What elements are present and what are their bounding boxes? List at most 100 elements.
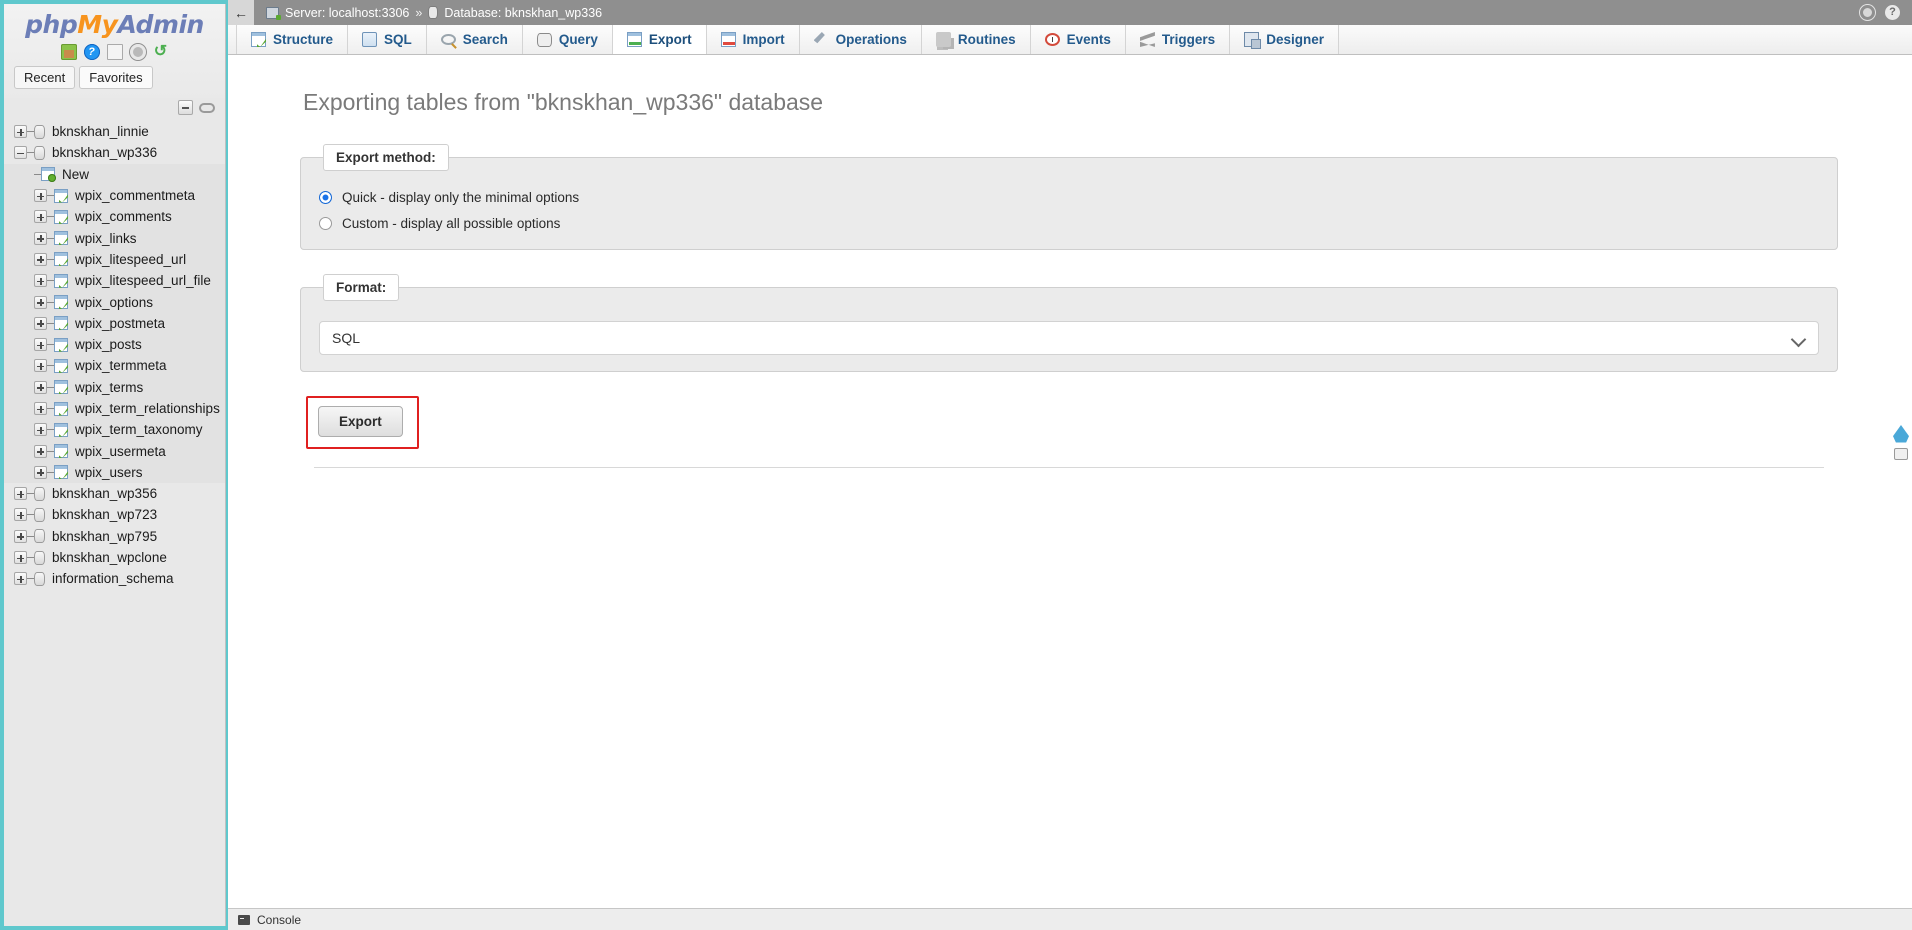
tab-triggers[interactable]: Triggers (1125, 25, 1231, 54)
tree-item-label: bknskhan_wp336 (52, 145, 158, 161)
breadcrumb-database[interactable]: Database: bknskhan_wp336 (444, 6, 602, 20)
tab-structure[interactable]: Structure (236, 25, 349, 54)
tree-database-item[interactable]: information_schema (4, 568, 225, 589)
radio-custom[interactable] (319, 217, 332, 230)
tree-database-item[interactable]: bknskhan_wp723 (4, 504, 225, 525)
tree-database-item[interactable]: bknskhan_wp336 (4, 142, 225, 163)
export-button[interactable]: Export (318, 406, 403, 437)
tree-table-item[interactable]: wpix_options (4, 291, 225, 313)
tree-database-item[interactable]: bknskhan_wp356 (4, 483, 225, 504)
expand-toggle-icon[interactable] (34, 231, 47, 245)
tree-table-item[interactable]: wpix_litespeed_url_file (4, 270, 225, 292)
database-icon (34, 145, 45, 160)
tab-import[interactable]: Import (706, 25, 800, 54)
phpmyadmin-logo[interactable]: phpMyAdmin (4, 12, 225, 37)
tree-table-item[interactable]: wpix_postmeta (4, 312, 225, 334)
expand-toggle-icon[interactable] (34, 359, 47, 373)
documentation-icon[interactable] (106, 44, 123, 60)
link-with-main-panel-icon[interactable] (199, 102, 215, 113)
tree-new-item[interactable]: New (4, 163, 225, 185)
reload-icon[interactable]: ↺ (153, 44, 169, 60)
tree-item-label: bknskhan_wp356 (52, 486, 158, 502)
tree-database-item[interactable]: bknskhan_wp795 (4, 526, 225, 547)
expand-toggle-icon[interactable] (14, 125, 27, 139)
database-tree: bknskhan_linnie bknskhan_wp336 New wpix_com… (4, 119, 225, 926)
expand-toggle-icon[interactable] (14, 572, 27, 586)
tree-connector (27, 535, 34, 537)
tree-connector (47, 195, 54, 197)
expand-toggle-icon[interactable] (34, 444, 47, 458)
tab-sql[interactable]: SQL (348, 25, 427, 54)
tree-table-item[interactable]: wpix_links (4, 227, 225, 249)
tab-events[interactable]: Events (1030, 25, 1126, 54)
tree-table-item[interactable]: wpix_posts (4, 333, 225, 356)
tab-favorites[interactable]: Favorites (79, 66, 153, 89)
export-method-legend: Export method: (323, 144, 449, 171)
panel-toggle-icon[interactable] (1894, 448, 1908, 460)
export-method-option-custom[interactable]: Custom - display all possible options (319, 216, 1819, 231)
tab-routines[interactable]: Routines (921, 25, 1031, 54)
help-icon[interactable]: ? (83, 44, 100, 60)
radio-quick[interactable] (319, 191, 332, 204)
tree-table-item[interactable]: wpix_termmeta (4, 355, 225, 377)
tree-connector (47, 280, 54, 282)
expand-toggle-icon[interactable] (14, 529, 27, 543)
tree-table-item[interactable]: wpix_usermeta (4, 440, 225, 462)
expand-toggle-icon[interactable] (34, 316, 47, 330)
expand-toggle-icon[interactable] (34, 380, 47, 394)
tree-table-item[interactable]: wpix_term_relationships (4, 397, 225, 420)
tree-table-item[interactable]: wpix_comments (4, 206, 225, 228)
tree-database-item[interactable]: bknskhan_linnie (4, 121, 225, 142)
tree-item-label: wpix_term_taxonomy (75, 422, 203, 438)
home-icon[interactable] (60, 44, 77, 60)
radio-quick-label[interactable]: Quick - display only the minimal options (342, 190, 579, 205)
tree-connector (47, 386, 54, 388)
collapse-toggle-icon[interactable] (14, 146, 27, 160)
expand-toggle-icon[interactable] (34, 423, 47, 437)
expand-toggle-icon[interactable] (34, 295, 47, 309)
tab-export[interactable]: Export (612, 25, 707, 54)
help-icon-top[interactable]: ? (1885, 5, 1900, 20)
expand-toggle-icon[interactable] (34, 210, 47, 224)
tree-table-item[interactable]: wpix_term_taxonomy (4, 419, 225, 441)
tree-table-item[interactable]: wpix_commentmeta (4, 184, 225, 207)
gear-icon[interactable] (1860, 5, 1875, 20)
expand-toggle-icon[interactable] (14, 487, 27, 501)
breadcrumb-server[interactable]: Server: localhost:3306 (285, 6, 409, 20)
expand-toggle-icon[interactable] (34, 465, 47, 479)
table-icon (54, 380, 68, 395)
navigation-tabs: Structure SQL Search Query Export Import Opera… (228, 25, 1912, 55)
expand-toggle-icon[interactable] (34, 338, 47, 352)
expand-toggle-icon[interactable] (34, 402, 47, 415)
tab-operations[interactable]: Operations (799, 25, 922, 54)
topbar-actions: ? (1860, 5, 1912, 20)
sidebar-icon-row: ? ↺ (4, 44, 225, 60)
back-button[interactable]: ← (228, 0, 254, 25)
tab-search[interactable]: Search (426, 25, 523, 54)
tab-query[interactable]: Query (522, 25, 613, 54)
tree-table-item[interactable]: wpix_litespeed_url (4, 248, 225, 271)
tab-recent[interactable]: Recent (14, 66, 76, 89)
expand-toggle-icon[interactable] (34, 252, 47, 266)
radio-custom-label[interactable]: Custom - display all possible options (342, 216, 560, 231)
export-method-option-quick[interactable]: Quick - display only the minimal options (319, 190, 1819, 205)
expand-toggle-icon[interactable] (14, 508, 27, 522)
tab-label: Search (462, 32, 508, 47)
format-select[interactable]: SQL (319, 321, 1819, 355)
table-icon (54, 337, 68, 352)
table-icon (54, 188, 68, 203)
tree-table-item[interactable]: wpix_users (4, 461, 225, 484)
tree-database-item[interactable]: bknskhan_wpclone (4, 547, 225, 568)
expand-toggle-icon[interactable] (14, 551, 27, 565)
tree-table-item[interactable]: wpix_terms (4, 376, 225, 398)
tree-item-label: wpix_term_relationships (75, 401, 220, 416)
expand-toggle-icon[interactable] (34, 189, 47, 203)
tree-connector (47, 301, 54, 303)
console-bar[interactable]: Console (228, 908, 1912, 930)
collapse-all-icon[interactable] (178, 100, 193, 115)
theme-drop-icon[interactable] (1893, 425, 1909, 443)
settings-icon[interactable] (129, 44, 146, 60)
tree-connector (47, 450, 54, 452)
expand-toggle-icon[interactable] (34, 274, 47, 288)
tab-designer[interactable]: Designer (1230, 25, 1339, 54)
